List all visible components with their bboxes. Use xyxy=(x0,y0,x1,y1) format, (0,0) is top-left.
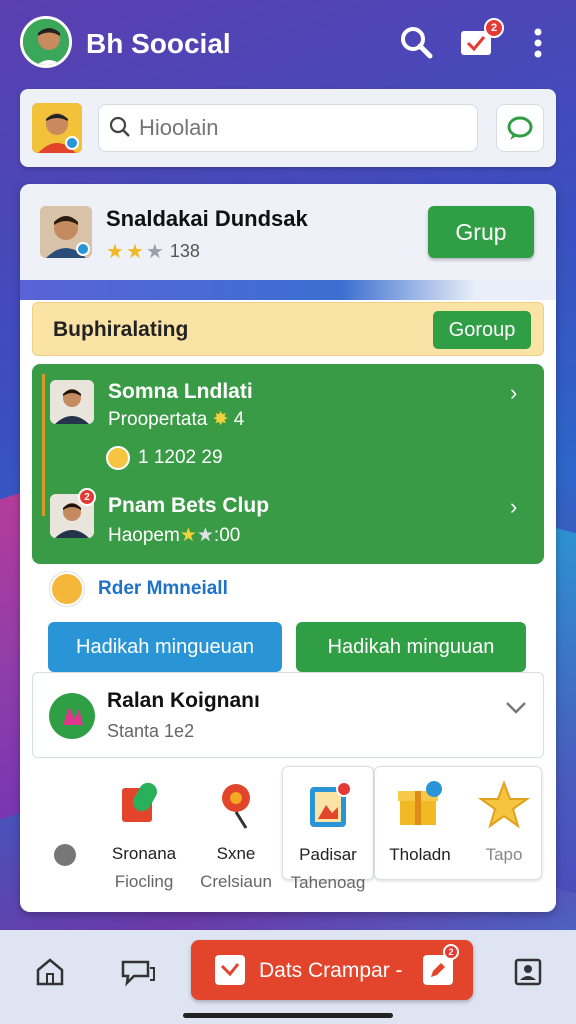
profile-header: Snaldakai Dundsak ★ ★ ★ 138 Grup xyxy=(20,184,556,280)
tile[interactable]: Tapo xyxy=(465,767,543,881)
banner-title: Buphiralating xyxy=(53,318,189,341)
notification-badge: 2 xyxy=(443,944,459,960)
create-post-button[interactable]: Dats Crampar - 2 xyxy=(191,940,473,1000)
banner: Buphiralating Goroup xyxy=(32,302,544,356)
main-card: Snaldakai Dundsak ★ ★ ★ 138 Grup Buphira… xyxy=(20,184,556,912)
profile-rating: ★ ★ ★ 138 xyxy=(106,239,200,264)
contact-subtitle-suffix: 4 xyxy=(233,409,245,430)
app-title: Bh Soocial xyxy=(86,28,231,59)
chat-button[interactable] xyxy=(496,104,544,152)
sparkle-icon: ✸ xyxy=(207,409,234,430)
chat-bubble-icon xyxy=(507,116,533,140)
globe-icon[interactable] xyxy=(54,844,76,866)
top-bar: Bh Soocial 2 xyxy=(0,0,576,84)
panel-accent-line xyxy=(42,374,45,516)
contact-subtitle-text: Proopertata xyxy=(108,409,208,430)
search-icon xyxy=(108,115,132,144)
tile[interactable]: Padisar Tahenoag xyxy=(282,766,374,892)
avatar[interactable] xyxy=(32,103,82,153)
gift-box-icon xyxy=(394,779,446,831)
profile-name: Snaldakai Dundsak xyxy=(106,206,308,231)
tile-label: Sronana xyxy=(111,844,177,863)
star-icon: ★ xyxy=(125,241,144,263)
mention-label: Rder Mmneiall xyxy=(98,578,228,599)
tile-subtitle: Crelsiaun xyxy=(200,872,272,891)
contact-subtitle: Proopertata ✸ 4 xyxy=(108,408,244,431)
create-post-label: Dats Crampar - xyxy=(259,959,403,982)
search-card xyxy=(20,89,556,167)
messages-icon[interactable] xyxy=(118,952,158,992)
contact-extra-text: 1 1202 29 xyxy=(138,447,223,468)
tile-subtitle: Tahenoag xyxy=(290,873,366,892)
chevron-right-icon[interactable]: › xyxy=(510,380,517,406)
star-icon: ★ xyxy=(145,241,164,263)
avatar[interactable] xyxy=(20,16,72,68)
profile-icon[interactable] xyxy=(508,952,548,992)
chevron-down-icon[interactable] xyxy=(505,701,527,720)
contact-name[interactable]: Somna Lndlati xyxy=(108,380,253,404)
tile[interactable]: Tholadn xyxy=(375,767,465,881)
tile-label: Tapo xyxy=(485,845,523,864)
coin-icon xyxy=(106,446,130,470)
contact-subtitle: Haopem★★:00 xyxy=(108,524,240,547)
group-button[interactable]: Grup xyxy=(428,206,534,258)
contact-subtitle-suffix: :00 xyxy=(213,525,241,546)
star-icon: ★ xyxy=(196,525,214,546)
contact-name[interactable]: Pnam Bets Clup xyxy=(108,494,269,518)
dropdown-subtitle: Stanta 1e2 xyxy=(107,721,195,741)
notification-badge: 2 xyxy=(484,18,504,38)
star-icon xyxy=(477,779,531,831)
microphone-icon xyxy=(118,778,170,830)
group-icon xyxy=(49,693,95,739)
home-icon[interactable] xyxy=(30,952,70,992)
tile[interactable]: Sxne Crelsiaun xyxy=(194,766,278,891)
pin-icon xyxy=(210,778,262,830)
primary-action-button[interactable]: Hadikah mingueuan xyxy=(48,622,282,672)
notification-icon[interactable]: 2 xyxy=(458,18,504,60)
tile-label: Padisar xyxy=(299,845,357,864)
picture-frame-icon xyxy=(302,779,354,831)
avatar xyxy=(50,572,84,606)
star-icon: ★ xyxy=(179,525,197,546)
contact-avatar[interactable] xyxy=(50,380,94,424)
bottom-nav: Dats Crampar - 2 xyxy=(0,930,576,1024)
divider-band xyxy=(20,280,556,300)
secondary-action-button[interactable]: Hadikah minguuan xyxy=(296,622,526,672)
search-input[interactable] xyxy=(98,104,478,152)
rating-count: 138 xyxy=(169,241,200,261)
contact-subtitle-text: Haopem xyxy=(108,525,180,546)
tile-group: Tholadn Tapo xyxy=(374,766,542,880)
dropdown-title: Ralan Koignanı xyxy=(107,689,260,712)
tile-label: Sxne xyxy=(216,844,256,863)
mention-row[interactable]: Rder Mmneiall xyxy=(50,572,228,606)
group-dropdown[interactable]: Ralan Koignanı Stanta 1e2 xyxy=(32,672,544,758)
search-icon[interactable] xyxy=(398,24,434,60)
contact-badge: 2 xyxy=(78,488,96,506)
checkmark-icon xyxy=(215,955,245,985)
tile-subtitle: Fiocling xyxy=(114,872,174,891)
chevron-right-icon[interactable]: › xyxy=(510,494,517,520)
tile[interactable]: Sronana Fiocling xyxy=(102,766,186,891)
contacts-panel: Somna Lndlati Proopertata ✸ 4 › 1 1202 2… xyxy=(32,364,544,564)
tile-label: Tholadn xyxy=(389,845,451,864)
more-vertical-icon[interactable] xyxy=(528,26,548,60)
shortcut-tiles: Sronana Fiocling Sxne Crelsiaun Padisar … xyxy=(20,766,556,892)
home-indicator xyxy=(183,1013,393,1018)
star-icon: ★ xyxy=(106,241,124,263)
banner-group-button[interactable]: Goroup xyxy=(433,311,531,349)
profile-photo[interactable] xyxy=(40,206,92,258)
contact-extra: 1 1202 29 xyxy=(106,446,223,470)
